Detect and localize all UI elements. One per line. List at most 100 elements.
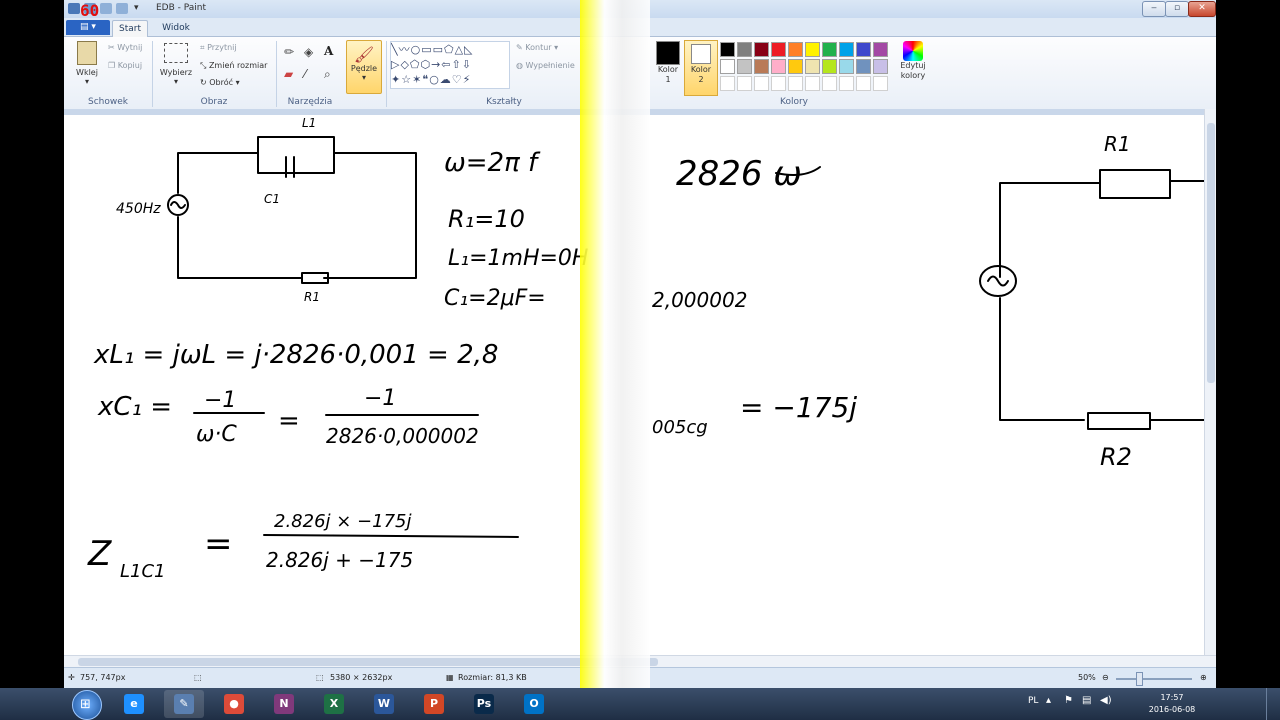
copy-button[interactable]: ❐ Kopiuj	[108, 61, 142, 71]
select-dropdown-icon: ▾	[173, 77, 178, 86]
taskbar-word-button[interactable]: W	[364, 690, 404, 718]
vertical-scroll-thumb[interactable]	[1207, 123, 1215, 383]
cut-button[interactable]: ✂ Wytnij	[108, 43, 142, 53]
palette-swatch[interactable]	[737, 42, 752, 57]
rotate-button[interactable]: ↻ Obróć ▾	[200, 78, 240, 88]
palette-swatch[interactable]	[788, 42, 803, 57]
tab-start[interactable]: Start	[112, 20, 148, 37]
palette-swatch[interactable]	[839, 59, 854, 74]
crop-button[interactable]: ⌗ Przytnij	[200, 43, 237, 53]
svg-text:=: =	[278, 406, 300, 436]
svg-text:xL₁ = jωL = j·2826·0,001 = 2,8: xL₁ = jωL = j·2826·0,001 = 2,8	[93, 340, 498, 370]
palette-swatch[interactable]	[856, 42, 871, 57]
clock-time: 17:57	[1160, 693, 1184, 702]
edit-colors-button[interactable]: Edytuj kolory	[898, 41, 928, 81]
palette-empty-swatch[interactable]	[873, 76, 888, 91]
zoom-slider[interactable]	[1116, 678, 1192, 680]
svg-text:Z: Z	[87, 534, 112, 574]
palette-empty-swatch[interactable]	[805, 76, 820, 91]
palette-swatch[interactable]	[771, 59, 786, 74]
group-label-colors: Kolory	[780, 97, 808, 107]
palette-swatch[interactable]	[788, 59, 803, 74]
palette-empty-swatch[interactable]	[788, 76, 803, 91]
eraser-icon[interactable]: ▰	[284, 67, 293, 81]
clock[interactable]: 17:57 2016-06-08	[1142, 692, 1202, 716]
palette-empty-swatch[interactable]	[720, 76, 735, 91]
magnifier-icon[interactable]: ⌕	[324, 67, 331, 82]
palette-empty-swatch[interactable]	[737, 76, 752, 91]
horizontal-scroll-thumb[interactable]	[78, 658, 658, 666]
vertical-scrollbar[interactable]	[1204, 109, 1216, 655]
svg-text:2,000002: 2,000002	[652, 288, 747, 312]
palette-empty-swatch[interactable]	[856, 76, 871, 91]
taskbar-onenote-button[interactable]: N	[264, 690, 304, 718]
left-circuit-wires	[177, 152, 417, 279]
taskbar-ie-button[interactable]: e	[114, 690, 154, 718]
svg-text:2.826j × −175j: 2.826j × −175j	[274, 511, 412, 532]
palette-swatch[interactable]	[737, 59, 752, 74]
palette-swatch[interactable]	[805, 42, 820, 57]
paste-button[interactable]: Wklej ▾	[72, 41, 102, 86]
tab-widok[interactable]: Widok	[156, 20, 196, 36]
volume-icon[interactable]: ◀)	[1100, 695, 1112, 706]
shapes-gallery[interactable]: ╲〰○▭▭⬠△◺ ▷◇⬠⬡→⇦⇧⇩ ✦☆✶❝○☁♡⚡	[390, 41, 510, 89]
show-desktop-button[interactable]	[1266, 688, 1279, 720]
outline-button[interactable]: ✎ Kontur ▾	[516, 43, 558, 53]
brushes-button[interactable]: 🖌 Pędzle ▾	[346, 40, 382, 94]
palette-swatch[interactable]	[822, 59, 837, 74]
palette-swatch[interactable]	[754, 59, 769, 74]
file-menu-button[interactable]: ▤ ▾	[66, 20, 110, 35]
palette-swatch[interactable]	[720, 42, 735, 57]
svg-text:ω·C: ω·C	[196, 422, 237, 447]
minimize-button[interactable]: ‒	[1142, 1, 1166, 17]
palette-swatch[interactable]	[873, 42, 888, 57]
input-language[interactable]: PL	[1028, 696, 1038, 706]
resize-button[interactable]: ⤡ Zmień rozmiar	[200, 61, 267, 71]
select-button[interactable]: Wybierz ▾	[158, 41, 194, 86]
palette-swatch[interactable]	[822, 42, 837, 57]
color-1-button[interactable]: Kolor 1	[654, 41, 682, 85]
taskbar-chrome-button[interactable]: ●	[214, 690, 254, 718]
fill-bucket-icon[interactable]: ◈	[304, 45, 313, 59]
palette-empty-swatch[interactable]	[754, 76, 769, 91]
maximize-button[interactable]: ▫	[1165, 1, 1189, 17]
taskbar-powerpoint-button[interactable]: P	[414, 690, 454, 718]
start-button[interactable]: ⊞	[72, 690, 102, 720]
zoom-slider-thumb[interactable]	[1136, 672, 1143, 686]
zoom-out-button[interactable]: ⊖	[1102, 673, 1109, 682]
palette-empty-swatch[interactable]	[839, 76, 854, 91]
flag-icon[interactable]: ⚑	[1064, 695, 1073, 706]
palette-empty-swatch[interactable]	[822, 76, 837, 91]
paint-app-icon[interactable]	[68, 3, 80, 14]
fill-button[interactable]: ◍ Wypełnienie	[516, 61, 575, 71]
pencil-icon[interactable]: ✏	[284, 45, 294, 59]
palette-swatch[interactable]	[839, 42, 854, 57]
undo-icon[interactable]	[100, 3, 112, 14]
taskbar-outlook-button[interactable]: O	[514, 690, 554, 718]
word-icon: W	[374, 694, 394, 714]
redo-icon[interactable]	[116, 3, 128, 14]
palette-empty-swatch[interactable]	[771, 76, 786, 91]
close-button[interactable]: ✕	[1188, 1, 1216, 17]
color-2-button[interactable]: Kolor 2	[684, 40, 718, 96]
quick-access-dropdown-icon[interactable]: ▾	[134, 3, 139, 13]
rainbow-palette-icon	[903, 41, 923, 61]
ie-icon: e	[124, 694, 144, 714]
palette-swatch[interactable]	[873, 59, 888, 74]
chrome-icon: ●	[224, 694, 244, 714]
taskbar-paint-button[interactable]: ✎	[164, 690, 204, 718]
palette-swatch[interactable]	[754, 42, 769, 57]
zoom-in-button[interactable]: ⊕	[1200, 673, 1207, 682]
palette-swatch[interactable]	[805, 59, 820, 74]
palette-swatch[interactable]	[771, 42, 786, 57]
palette-swatch[interactable]	[856, 59, 871, 74]
tray-up-arrow-icon[interactable]: ▴	[1046, 695, 1051, 706]
network-icon[interactable]: ▤	[1082, 695, 1091, 706]
color-picker-icon[interactable]: ⁄	[304, 67, 306, 81]
select-rectangle-icon	[164, 43, 188, 63]
taskbar-photoshop-button[interactable]: Ps	[464, 690, 504, 718]
palette-swatch[interactable]	[720, 59, 735, 74]
taskbar-excel-button[interactable]: X	[314, 690, 354, 718]
crop-icon: ⌗	[200, 43, 208, 52]
text-tool-icon[interactable]: A	[324, 44, 333, 58]
